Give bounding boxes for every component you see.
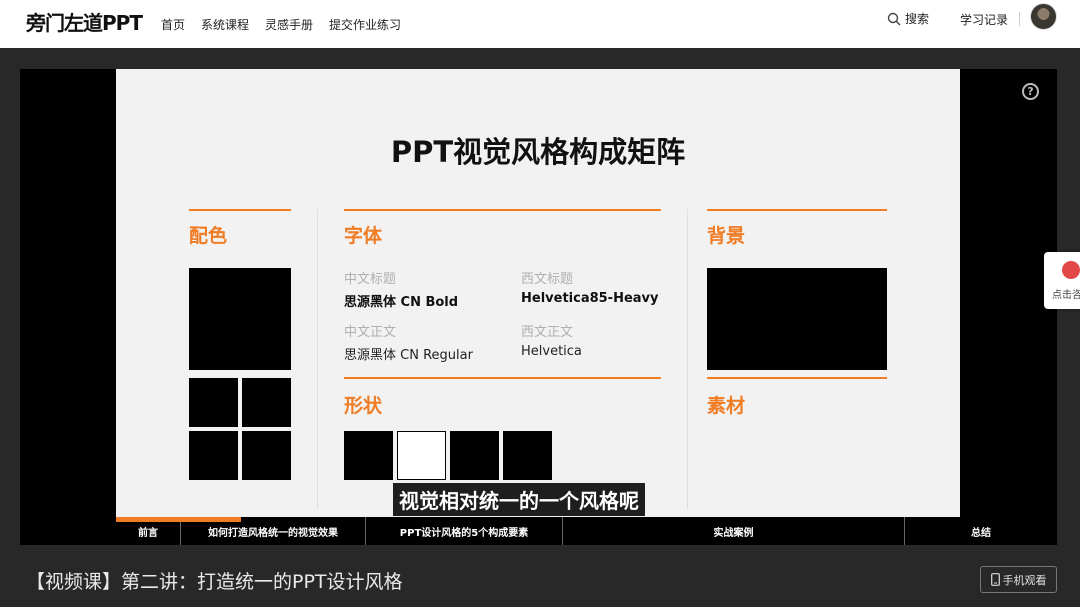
en-title-font: Helvetica85-Heavy <box>521 291 659 306</box>
color-section-heading: 配色 <box>189 225 228 247</box>
consult-label: 点击咨 <box>1052 290 1080 301</box>
help-icon[interactable]: ? <box>1022 83 1039 100</box>
en-body-label: 西文正文 <box>521 325 574 340</box>
column-divider <box>687 209 688 509</box>
search-label: 搜索 <box>905 12 930 26</box>
search-icon <box>887 12 901 25</box>
color-swatch-small <box>242 431 291 480</box>
shape-section-rule <box>344 377 661 379</box>
color-swatch-small <box>242 378 291 427</box>
nav-submit-homework[interactable]: 提交作业练习 <box>329 16 401 33</box>
video-player[interactable]: PPT视觉风格构成矩阵 配色 字体 中文标题 思源黑体 CN Bold 西文标题… <box>20 69 1057 545</box>
shape-sample <box>344 431 393 480</box>
user-avatar[interactable] <box>1030 3 1057 30</box>
header-divider <box>1019 12 1020 26</box>
chat-icon <box>1062 261 1080 279</box>
en-title-label: 西文标题 <box>521 272 574 287</box>
consult-widget[interactable]: 点击咨 <box>1044 252 1080 309</box>
shape-sample <box>450 431 499 480</box>
background-section-rule <box>707 209 887 211</box>
cn-title-font: 思源黑体 CN Bold <box>344 295 459 310</box>
video-subtitle: 视觉相对统一的一个风格呢 <box>393 483 645 516</box>
shape-section-heading: 形状 <box>344 395 383 417</box>
site-logo[interactable]: 旁门左道PPT <box>26 7 143 36</box>
playback-progress[interactable] <box>116 517 241 522</box>
color-swatch-small <box>189 431 238 480</box>
background-section-heading: 背景 <box>707 225 746 247</box>
column-divider <box>317 209 318 509</box>
slide-frame: PPT视觉风格构成矩阵 配色 字体 中文标题 思源黑体 CN Bold 西文标题… <box>116 69 960 517</box>
color-swatch-large <box>189 268 291 370</box>
slide-title: PPT视觉风格构成矩阵 <box>390 135 686 169</box>
nav-courses[interactable]: 系统课程 <box>201 16 249 33</box>
nav-inspiration[interactable]: 灵感手册 <box>265 16 313 33</box>
background-sample <box>707 268 887 370</box>
shape-sample-outline <box>397 431 446 480</box>
font-section-heading: 字体 <box>344 225 383 247</box>
phone-icon <box>990 573 1000 586</box>
cn-body-font: 思源黑体 CN Regular <box>344 348 473 363</box>
shape-sample <box>503 431 552 480</box>
material-section-rule <box>707 377 887 379</box>
search-button[interactable]: 搜索 <box>887 10 929 27</box>
chapter-item[interactable]: PPT设计风格的5个构成要素 <box>366 517 563 545</box>
top-bar: 旁门左道PPT 首页 系统课程 灵感手册 提交作业练习 搜索 学习记录 <box>0 0 1080 48</box>
en-body-font: Helvetica <box>521 344 582 359</box>
chapter-item[interactable]: 实战案例 <box>563 517 905 545</box>
cn-body-label: 中文正文 <box>344 325 397 340</box>
cn-title-label: 中文标题 <box>344 272 397 287</box>
watch-on-mobile-button[interactable]: 手机观看 <box>980 566 1057 593</box>
color-section-rule <box>189 209 291 211</box>
chapter-item[interactable]: 总结 <box>905 517 1057 545</box>
font-section-rule <box>344 209 661 211</box>
course-title: 【视频课】第二讲：打造统一的PPT设计风格 <box>26 571 403 593</box>
main-nav: 首页 系统课程 灵感手册 提交作业练习 <box>161 0 417 48</box>
chapter-bar: 前言 如何打造风格统一的视觉效果 PPT设计风格的5个构成要素 实战案例 总结 <box>116 517 1057 545</box>
color-swatch-small <box>189 378 238 427</box>
mobile-button-label: 手机观看 <box>1002 573 1047 587</box>
nav-home[interactable]: 首页 <box>161 16 185 33</box>
learning-history-link[interactable]: 学习记录 <box>960 11 1008 28</box>
material-section-heading: 素材 <box>707 395 746 417</box>
